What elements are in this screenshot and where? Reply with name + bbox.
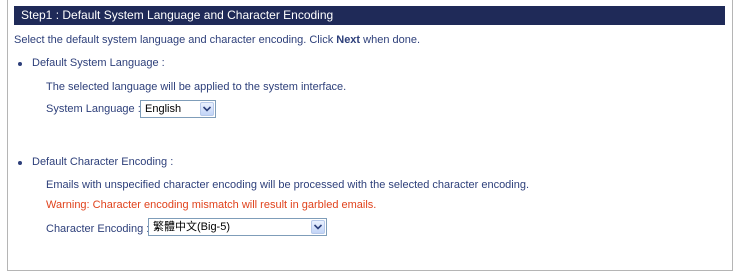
step-title: Step1 : Default System Language and Char… (21, 8, 334, 22)
encoding-warning: Warning: Character encoding mismatch wil… (46, 199, 377, 211)
encoding-description: Emails with unspecified character encodi… (46, 179, 530, 191)
system-language-label: System Language : (46, 103, 141, 115)
encoding-heading: Default Character Encoding : (32, 156, 174, 168)
intro-text: Select the default system language and c… (14, 34, 421, 46)
system-language-value: English (145, 103, 182, 115)
character-encoding-select[interactable]: 繁體中文(Big-5) (148, 218, 327, 236)
language-heading: Default System Language : (32, 57, 165, 69)
step-title-bar: Step1 : Default System Language and Char… (14, 6, 725, 25)
bullet-icon (18, 161, 22, 165)
bullet-icon (18, 62, 22, 66)
next-keyword: Next (336, 34, 361, 46)
character-encoding-label: Character Encoding : (46, 223, 150, 235)
character-encoding-value: 繁體中文(Big-5) (153, 221, 231, 233)
chevron-down-icon[interactable] (200, 102, 214, 116)
chevron-down-icon[interactable] (311, 220, 325, 234)
system-language-select[interactable]: English (140, 100, 216, 118)
language-description: The selected language will be applied to… (46, 81, 347, 93)
